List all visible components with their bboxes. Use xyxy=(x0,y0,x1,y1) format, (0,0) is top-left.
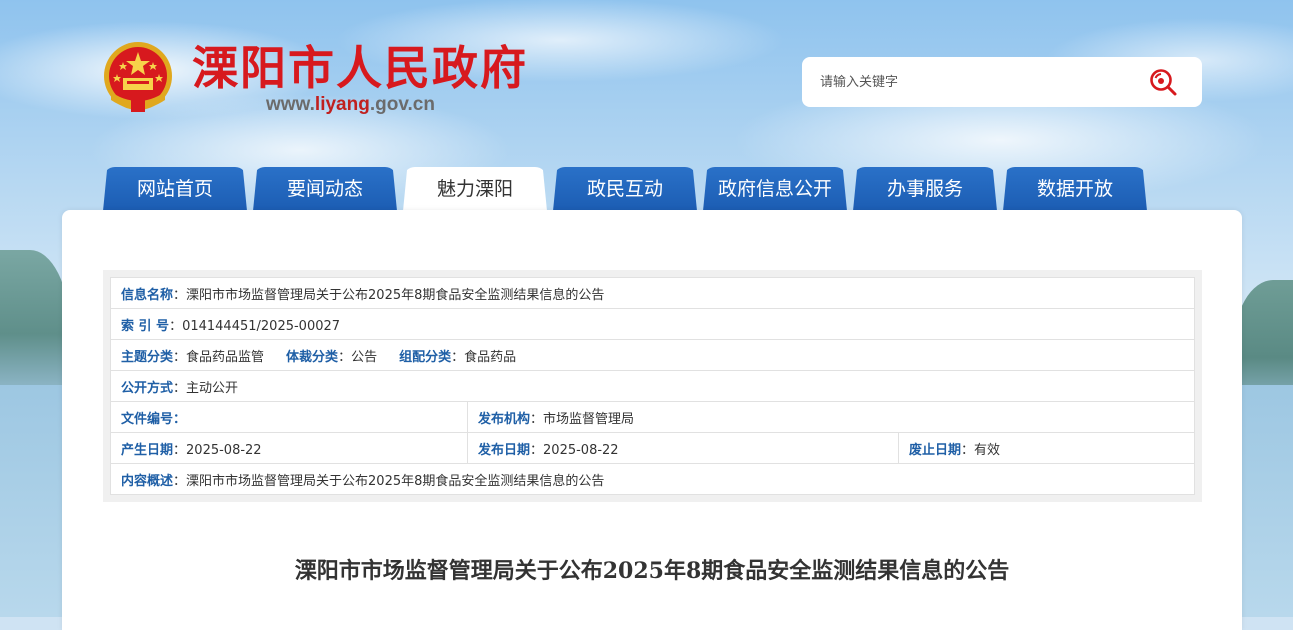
table-row: 主题分类：食品药品监管 体裁分类：公告 组配分类：食品药品 xyxy=(110,339,1195,371)
background-water-right xyxy=(1233,385,1293,617)
meta-cell-index: 索 引 号：014144451/2025-00027 xyxy=(110,308,1195,340)
meta-colon: ： xyxy=(338,349,352,365)
meta-value: 2025-08-22 xyxy=(186,442,262,458)
table-row: 文件编号： 发布机构：市场监督管理局 xyxy=(110,401,1195,433)
meta-label: 组配分类 xyxy=(399,349,452,365)
meta-colon: ： xyxy=(173,411,187,427)
meta-cell-summary: 内容概述：溧阳市市场监督管理局关于公布2025年8期食品安全监测结果信息的公告 xyxy=(110,463,1195,495)
meta-cell-published: 发布日期：2025-08-22 xyxy=(467,432,899,464)
nav-tab-home[interactable]: 网站首页 xyxy=(103,167,247,211)
domain-prefix: www. xyxy=(266,94,315,115)
national-emblem-icon xyxy=(101,40,175,116)
meta-label: 内容概述 xyxy=(121,473,174,489)
meta-colon: ： xyxy=(451,349,465,365)
meta-cell-docno: 文件编号： xyxy=(110,401,468,433)
meta-cell-expire: 废止日期：有效 xyxy=(898,432,1195,464)
meta-value: 2025-08-22 xyxy=(543,442,619,458)
meta-cell-created: 产生日期：2025-08-22 xyxy=(110,432,468,464)
nav-tab-open-data[interactable]: 数据开放 xyxy=(1003,167,1147,211)
meta-colon: ： xyxy=(530,442,544,458)
meta-colon: ： xyxy=(173,380,187,396)
meta-label: 发布日期 xyxy=(478,442,531,458)
table-row: 信息名称：溧阳市市场监督管理局关于公布2025年8期食品安全监测结果信息的公告 xyxy=(110,277,1195,309)
table-row: 索 引 号：014144451/2025-00027 xyxy=(110,308,1195,340)
meta-cell-categories: 主题分类：食品药品监管 体裁分类：公告 组配分类：食品药品 xyxy=(110,339,1195,371)
metadata-table: 信息名称：溧阳市市场监督管理局关于公布2025年8期食品安全监测结果信息的公告 … xyxy=(110,277,1195,495)
meta-value: 食品药品 xyxy=(464,349,517,365)
meta-label: 公开方式 xyxy=(121,380,174,396)
search-box xyxy=(802,57,1202,107)
article-title: 溧阳市市场监督管理局关于公布2025年8期食品安全监测结果信息的公告 xyxy=(294,558,1010,584)
info-metadata: 信息名称：溧阳市市场监督管理局关于公布2025年8期食品安全监测结果信息的公告 … xyxy=(103,270,1202,502)
meta-value: 食品药品监管 xyxy=(186,349,265,365)
site-domain: www.liyang.gov.cn xyxy=(266,94,435,116)
meta-colon: ： xyxy=(530,411,544,427)
meta-value: 主动公开 xyxy=(186,380,239,396)
domain-mid: liyang xyxy=(314,94,370,115)
meta-label: 信息名称 xyxy=(121,287,174,303)
meta-value: 市场监督管理局 xyxy=(543,411,635,427)
meta-colon: ： xyxy=(173,349,187,365)
meta-colon: ： xyxy=(169,318,183,334)
meta-label: 产生日期 xyxy=(121,442,174,458)
meta-colon: ： xyxy=(173,473,187,489)
meta-label: 主题分类 xyxy=(121,349,174,365)
nav-tab-services[interactable]: 办事服务 xyxy=(853,167,997,211)
table-row: 内容概述：溧阳市市场监督管理局关于公布2025年8期食品安全监测结果信息的公告 xyxy=(110,463,1195,495)
table-row: 公开方式：主动公开 xyxy=(110,370,1195,402)
nav-tab-interaction[interactable]: 政民互动 xyxy=(553,167,697,211)
meta-label: 索 引 号 xyxy=(121,318,170,334)
meta-value: 溧阳市市场监督管理局关于公布2025年8期食品安全监测结果信息的公告 xyxy=(186,287,605,303)
search-input[interactable] xyxy=(814,67,1146,97)
meta-colon: ： xyxy=(173,287,187,303)
meta-label: 发布机构 xyxy=(478,411,531,427)
meta-label: 废止日期 xyxy=(909,442,962,458)
meta-colon: ： xyxy=(173,442,187,458)
meta-cell-name: 信息名称：溧阳市市场监督管理局关于公布2025年8期食品安全监测结果信息的公告 xyxy=(110,277,1195,309)
search-icon[interactable] xyxy=(1148,67,1180,97)
meta-value: 有效 xyxy=(974,442,1001,458)
site-title[interactable]: 溧阳市人民政府 xyxy=(192,38,528,98)
main-nav: 网站首页 要闻动态 魅力溧阳 政民互动 政府信息公开 办事服务 数据开放 xyxy=(103,167,1163,211)
nav-tab-charm[interactable]: 魅力溧阳 xyxy=(403,167,547,211)
meta-cell-open: 公开方式：主动公开 xyxy=(110,370,1195,402)
domain-suffix: .gov.cn xyxy=(369,94,435,115)
meta-cell-org: 发布机构：市场监督管理局 xyxy=(467,401,1195,433)
background-water-left xyxy=(0,385,70,617)
meta-value: 014144451/2025-00027 xyxy=(182,318,341,334)
meta-label: 文件编号 xyxy=(121,411,174,427)
meta-value: 溧阳市市场监督管理局关于公布2025年8期食品安全监测结果信息的公告 xyxy=(186,473,605,489)
meta-value: 公告 xyxy=(351,349,378,365)
meta-colon: ： xyxy=(961,442,975,458)
nav-tab-gov-info[interactable]: 政府信息公开 xyxy=(703,167,847,211)
meta-label: 体裁分类 xyxy=(286,349,339,365)
table-row: 产生日期：2025-08-22 发布日期：2025-08-22 废止日期：有效 xyxy=(110,432,1195,464)
nav-tab-news[interactable]: 要闻动态 xyxy=(253,167,397,211)
